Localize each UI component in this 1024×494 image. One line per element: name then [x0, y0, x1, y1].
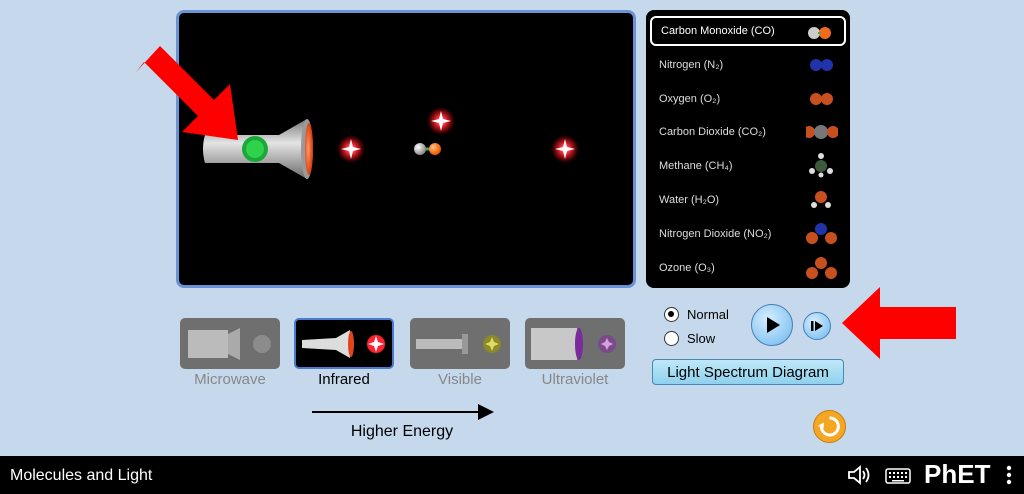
- infrared-emitter-icon: [302, 330, 385, 358]
- molecule-option-carbon-monoxide[interactable]: Carbon Monoxide (CO): [650, 16, 846, 46]
- visible-source-button[interactable]: [410, 318, 510, 369]
- navigation-bar: Molecules and Light PhET: [0, 456, 1024, 494]
- molecule-label: Carbon Monoxide (CO): [661, 25, 775, 37]
- ultraviolet-emitter-icon: [531, 328, 616, 360]
- molecule-label: Water (H₂O): [659, 194, 720, 206]
- microwave-source-button[interactable]: [180, 318, 280, 369]
- play-area-scene: [203, 107, 579, 179]
- infrared-photon: [427, 107, 455, 135]
- molecule-option-ozone[interactable]: Ozone (O₃): [650, 253, 846, 283]
- molecule-option-nitrogen-dioxide[interactable]: Nitrogen Dioxide (NO₂): [650, 219, 846, 249]
- molecule-option-nitrogen[interactable]: Nitrogen (N₂): [650, 50, 846, 80]
- normal-radio[interactable]: [664, 306, 679, 322]
- energy-arrow: [312, 404, 494, 420]
- speed-slow-option[interactable]: Slow: [664, 328, 715, 348]
- step-icon: [811, 321, 823, 331]
- red-annotation-arrow-left: [136, 46, 238, 140]
- play-button[interactable]: [751, 304, 793, 346]
- sound-icon[interactable]: [846, 463, 874, 487]
- ozone-molecule-icon: [806, 256, 837, 279]
- infrared-photon: [337, 135, 365, 163]
- nitrogen-molecule-icon: [810, 58, 833, 71]
- molecule-label: Ozone (O₃): [659, 261, 715, 274]
- ultraviolet-source-button[interactable]: [525, 318, 625, 369]
- methane-molecule-icon: [809, 153, 833, 178]
- normal-label: Normal: [687, 306, 729, 322]
- speed-normal-option[interactable]: Normal: [664, 304, 729, 324]
- molecule-option-water[interactable]: Water (H₂O): [650, 185, 846, 215]
- visible-emitter-icon: [416, 334, 501, 354]
- nitrogen-dioxide-molecule-icon: [806, 222, 837, 244]
- infrared-label: Infrared: [318, 371, 370, 388]
- molecule-label: Methane (CH₄): [659, 160, 733, 173]
- higher-energy-label: Higher Energy: [350, 423, 454, 440]
- carbon-dioxide-molecule-icon: [806, 125, 838, 140]
- phet-logo[interactable]: PhET: [924, 459, 990, 490]
- red-annotation-arrow-right: [842, 287, 956, 359]
- slow-label: Slow: [687, 330, 716, 346]
- visible-label: Visible: [438, 371, 482, 388]
- molecule-option-carbon-dioxide[interactable]: Carbon Dioxide (CO₂): [650, 117, 846, 147]
- oxygen-molecule-icon: [810, 92, 833, 105]
- infrared-source-button[interactable]: [294, 318, 394, 369]
- keyboard-icon[interactable]: [884, 463, 912, 487]
- molecule-selector-panel: Carbon Monoxide (CO) Nitrogen (N₂) Oxygen …: [646, 10, 850, 288]
- molecule-option-oxygen[interactable]: Oxygen (O₂): [650, 84, 846, 114]
- molecule-label: Oxygen (O₂): [659, 92, 721, 105]
- step-forward-button[interactable]: [803, 312, 831, 340]
- molecule-option-methane[interactable]: Methane (CH₄): [650, 151, 846, 181]
- molecule-label: Nitrogen (N₂): [659, 58, 724, 71]
- slow-radio[interactable]: [664, 330, 679, 346]
- reset-all-button[interactable]: [813, 410, 846, 443]
- play-icon: [767, 317, 780, 333]
- molecule-label: Carbon Dioxide (CO₂): [659, 126, 766, 139]
- water-molecule-icon: [811, 191, 831, 208]
- play-area[interactable]: [176, 10, 636, 288]
- ultraviolet-label: Ultraviolet: [541, 371, 609, 388]
- carbon-monoxide-molecule-icon: [808, 27, 831, 39]
- sim-title: Molecules and Light: [10, 467, 153, 484]
- microwave-emitter-icon: [188, 328, 271, 360]
- molecule-label: Nitrogen Dioxide (NO₂): [659, 227, 772, 240]
- menu-dots-icon[interactable]: [1002, 463, 1016, 487]
- co-molecule[interactable]: [414, 143, 441, 155]
- microwave-label: Microwave: [194, 371, 266, 388]
- infrared-photon: [551, 135, 579, 163]
- light-spectrum-diagram-button[interactable]: Light Spectrum Diagram: [652, 359, 844, 385]
